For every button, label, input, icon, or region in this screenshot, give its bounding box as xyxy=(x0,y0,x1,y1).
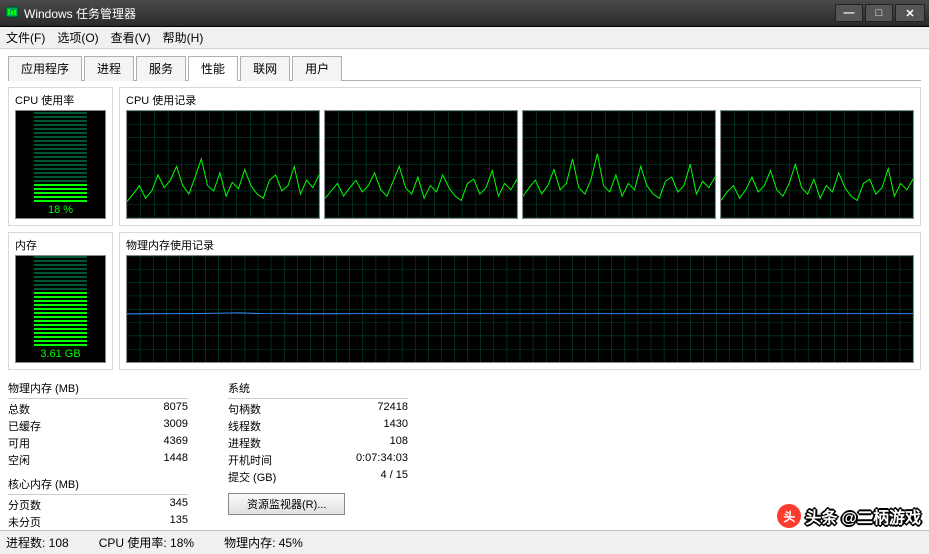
nonpaged-label: 未分页 xyxy=(8,514,85,530)
watermark: 头 头条 @二柄游戏 xyxy=(777,504,921,528)
cpu-gauge: 18 % xyxy=(15,110,106,219)
memory-gauge: 3.61 GB xyxy=(15,255,106,364)
available-label: 可用 xyxy=(8,435,82,451)
maximize-button[interactable]: □ xyxy=(865,4,893,22)
menu-view[interactable]: 查看(V) xyxy=(111,29,151,46)
menu-options[interactable]: 选项(O) xyxy=(57,29,98,46)
total-label: 总数 xyxy=(8,401,82,417)
phys-mem-stats: 物理内存 (MB) 总数 8075 已缓存 3009 可用 4369 空闲 1448 xyxy=(8,380,188,468)
tab-users[interactable]: 用户 xyxy=(292,56,342,81)
watermark-icon: 头 xyxy=(777,504,801,528)
nonpaged-value: 135 xyxy=(125,514,188,530)
mem-history-group: 物理内存使用记录 xyxy=(119,232,921,371)
mem-history-label: 物理内存使用记录 xyxy=(126,237,914,253)
kernel-mem-stats: 核心内存 (MB) 分页数 345 未分页 135 xyxy=(8,476,188,530)
performance-panel: CPU 使用率 18 % CPU 使用记录 内存 3.61 GB 物理内 xyxy=(8,87,921,530)
mem-history-graph xyxy=(126,255,914,364)
menu-file[interactable]: 文件(F) xyxy=(6,29,45,46)
total-value: 8075 xyxy=(122,401,188,417)
cpu-gauge-value: 18 % xyxy=(16,204,105,216)
uptime-label: 开机时间 xyxy=(228,452,296,468)
threads-value: 1430 xyxy=(336,418,408,434)
status-memory: 物理内存: 45% xyxy=(224,534,303,551)
tab-performance[interactable]: 性能 xyxy=(188,56,238,81)
handles-label: 句柄数 xyxy=(228,401,296,417)
phys-mem-title: 物理内存 (MB) xyxy=(8,380,188,399)
memory-group: 内存 3.61 GB xyxy=(8,232,113,371)
statusbar: 进程数: 108 CPU 使用率: 18% 物理内存: 45% xyxy=(0,530,929,554)
system-stats: 系统 句柄数 72418 线程数 1430 进程数 108 开机时间 0:07:34:0… xyxy=(228,380,408,485)
resource-monitor-button[interactable]: 资源监视器(R)... xyxy=(228,493,345,515)
memory-label: 内存 xyxy=(15,237,106,253)
handles-value: 72418 xyxy=(336,401,408,417)
minimize-button[interactable]: — xyxy=(835,4,863,22)
available-value: 4369 xyxy=(122,435,188,451)
commit-label: 提交 (GB) xyxy=(228,469,296,485)
procs-value: 108 xyxy=(336,435,408,451)
cached-label: 已缓存 xyxy=(8,418,82,434)
cpu-usage-group: CPU 使用率 18 % xyxy=(8,87,113,226)
cpu-usage-label: CPU 使用率 xyxy=(15,92,106,108)
uptime-value: 0:07:34:03 xyxy=(336,452,408,468)
titlebar: Windows 任务管理器 — □ ✕ xyxy=(0,0,929,27)
system-title: 系统 xyxy=(228,380,408,399)
cpu-core-graph-0 xyxy=(126,110,320,219)
app-icon xyxy=(4,5,20,21)
procs-label: 进程数 xyxy=(228,435,296,451)
free-value: 1448 xyxy=(122,452,188,468)
memory-gauge-value: 3.61 GB xyxy=(16,348,105,360)
menubar: 文件(F) 选项(O) 查看(V) 帮助(H) xyxy=(0,27,929,49)
status-processes: 进程数: 108 xyxy=(6,534,69,551)
cpu-core-graph-1 xyxy=(324,110,518,219)
paged-label: 分页数 xyxy=(8,497,85,513)
tab-networking[interactable]: 联网 xyxy=(240,56,290,81)
close-button[interactable]: ✕ xyxy=(895,4,925,22)
paged-value: 345 xyxy=(125,497,188,513)
free-label: 空闲 xyxy=(8,452,82,468)
menu-help[interactable]: 帮助(H) xyxy=(163,29,204,46)
cpu-core-graph-3 xyxy=(720,110,914,219)
tab-services[interactable]: 服务 xyxy=(136,56,186,81)
cpu-core-graph-2 xyxy=(522,110,716,219)
window-controls: — □ ✕ xyxy=(835,4,925,22)
watermark-prefix: 头条 xyxy=(805,504,837,528)
cpu-history-label: CPU 使用记录 xyxy=(126,92,914,108)
tab-strip: 应用程序 进程 服务 性能 联网 用户 xyxy=(8,55,921,81)
status-cpu: CPU 使用率: 18% xyxy=(99,534,194,551)
kernel-mem-title: 核心内存 (MB) xyxy=(8,476,188,495)
cpu-history-group: CPU 使用记录 xyxy=(119,87,921,226)
tab-processes[interactable]: 进程 xyxy=(84,56,134,81)
watermark-text: @二柄游戏 xyxy=(841,504,921,528)
tab-applications[interactable]: 应用程序 xyxy=(8,56,82,81)
commit-value: 4 / 15 xyxy=(336,469,408,485)
threads-label: 线程数 xyxy=(228,418,296,434)
cached-value: 3009 xyxy=(122,418,188,434)
content-area: 应用程序 进程 服务 性能 联网 用户 CPU 使用率 18 % CPU 使用记… xyxy=(0,49,929,530)
window-title: Windows 任务管理器 xyxy=(24,5,835,22)
